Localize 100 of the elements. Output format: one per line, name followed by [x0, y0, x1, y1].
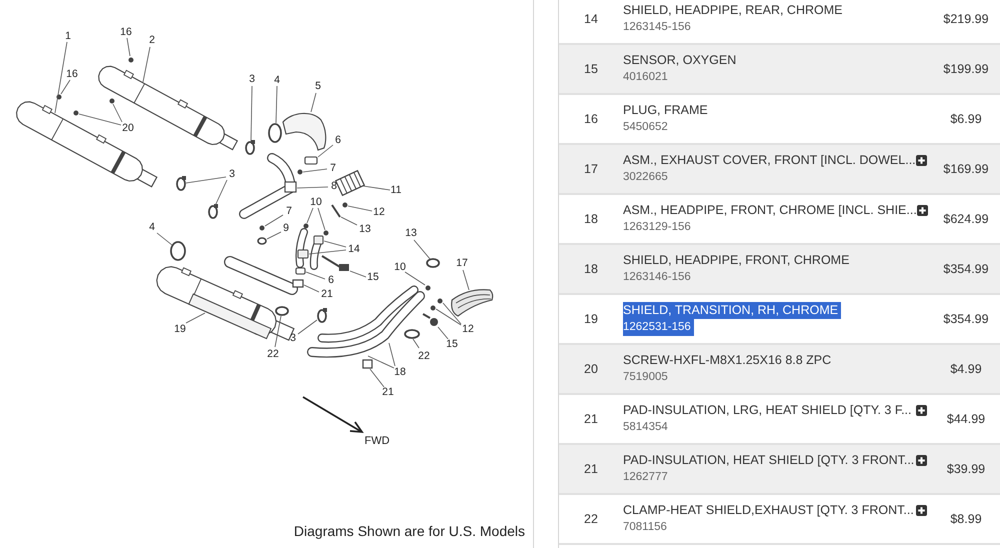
leader-line: [276, 86, 278, 124]
diagram-caption: Diagrams Shown are for U.S. Models: [294, 522, 525, 540]
gasket-ring: [170, 241, 186, 261]
leader-line: [156, 232, 172, 246]
bolt: [74, 110, 78, 116]
leader-line: [318, 144, 334, 158]
part-price: $8.99: [950, 512, 982, 526]
callout-number: 9: [283, 222, 289, 234]
direction-label: FWD: [364, 435, 390, 447]
part-price: $624.99: [943, 212, 989, 226]
oxygen-sensor: [321, 255, 349, 271]
gasket-ring: [268, 123, 282, 143]
heat-shield: [451, 289, 494, 317]
heat-shield: [298, 250, 308, 258]
callout-number: 10: [394, 261, 406, 273]
insulation-pad: [292, 279, 304, 288]
item-number: 17: [584, 162, 598, 176]
leader-line: [298, 320, 318, 334]
part-number: 5814354: [623, 420, 668, 435]
callout-number: 16: [66, 68, 78, 80]
callout-number: 3: [249, 73, 255, 85]
pipe-clamp: [176, 176, 186, 191]
leader-line: [348, 206, 372, 212]
plus-icon[interactable]: [916, 205, 928, 216]
part-number: 5450652: [623, 120, 668, 135]
part-price: $4.99: [950, 362, 982, 376]
callout-number: 14: [348, 243, 360, 255]
item-number: 16: [584, 112, 598, 126]
stud: [331, 204, 341, 218]
plus-icon[interactable]: [916, 155, 927, 166]
part-name: SHIELD, HEADPIPE, REAR, CHROME: [623, 2, 842, 19]
leader-line: [266, 232, 282, 240]
callout-number: 16: [120, 26, 132, 38]
leader-line: [350, 270, 366, 278]
leader-line: [442, 302, 462, 324]
leader-line: [306, 272, 326, 280]
callout-number: 21: [382, 386, 394, 398]
part-price: $39.99: [946, 462, 986, 476]
leader-line: [308, 250, 346, 254]
item-number: 19: [584, 312, 598, 326]
leader-line: [302, 168, 328, 172]
leader-line: [412, 338, 420, 348]
insulation-pad: [362, 359, 373, 369]
part-number: 3022665: [623, 170, 668, 185]
exhaust-pipe: [239, 153, 297, 219]
leader-line: [142, 46, 150, 82]
bolt: [128, 58, 134, 62]
item-number: 21: [584, 462, 598, 476]
callout-number: 3: [290, 332, 296, 344]
bolt: [324, 230, 328, 236]
callout-number: 1: [65, 30, 71, 42]
part-name: SHIELD, HEADPIPE, FRONT, CHROME: [623, 252, 850, 269]
leader-line: [404, 272, 426, 286]
part-price: $6.99: [950, 112, 982, 126]
callout-number: 8: [331, 180, 337, 192]
callout-number: 11: [390, 184, 402, 196]
part-number: 1263129-156: [623, 220, 691, 235]
part-price: $169.99: [943, 162, 989, 176]
plus-icon[interactable]: [916, 505, 927, 516]
callout-number: 19: [174, 323, 186, 335]
leader-line: [462, 270, 470, 290]
callout-number: 6: [335, 134, 341, 146]
leader-line: [264, 214, 284, 226]
part-name: ASM., EXHAUST COVER, FRONT [INCL. DOWEL...: [623, 152, 916, 169]
part-name: PAD-INSULATION, LRG, HEAT SHIELD [QTY. 3 F...: [623, 402, 912, 419]
part-name: SHIELD, TRANSITION, RH, CHROME: [623, 302, 842, 319]
leader-line: [340, 216, 358, 226]
item-number: 18: [584, 212, 598, 226]
washer: [257, 237, 267, 245]
plus-icon[interactable]: [916, 455, 927, 466]
part-number: 1262531-156: [623, 319, 694, 336]
leader-line: [250, 86, 252, 142]
part-number: 7081156: [623, 520, 667, 535]
item-number: 15: [584, 62, 598, 76]
callout-number: 7: [286, 205, 292, 217]
item-number: 20: [584, 362, 598, 376]
pipe-clamp: [245, 140, 255, 155]
callout-number: 12: [373, 206, 385, 218]
callout-number: 17: [456, 257, 468, 269]
plus-icon[interactable]: [916, 405, 927, 416]
callout-number: 3: [229, 168, 235, 180]
part-name: CLAMP-HEAT SHIELD,EXHAUST [QTY. 3 FRONT...: [623, 502, 914, 519]
callout-number: 21: [321, 288, 333, 300]
bolt: [56, 94, 62, 100]
callout-number: 10: [310, 196, 322, 208]
item-number: 22: [584, 512, 598, 526]
leader-line: [186, 312, 206, 324]
callout-number: 18: [394, 366, 406, 378]
part-price: $354.99: [943, 312, 989, 326]
callout-number: 13: [405, 227, 417, 239]
leader-line: [304, 284, 320, 292]
part-number: 1263146-156: [623, 270, 691, 285]
part-name: PLUG, FRAME: [623, 102, 708, 119]
bolt: [426, 286, 430, 290]
gasket-ring: [275, 306, 289, 316]
part-number: 4016021: [623, 70, 668, 85]
part-price: $44.99: [946, 412, 986, 426]
bolt: [298, 170, 302, 174]
callout-number: 12: [462, 323, 474, 335]
item-number: 18: [584, 262, 598, 276]
